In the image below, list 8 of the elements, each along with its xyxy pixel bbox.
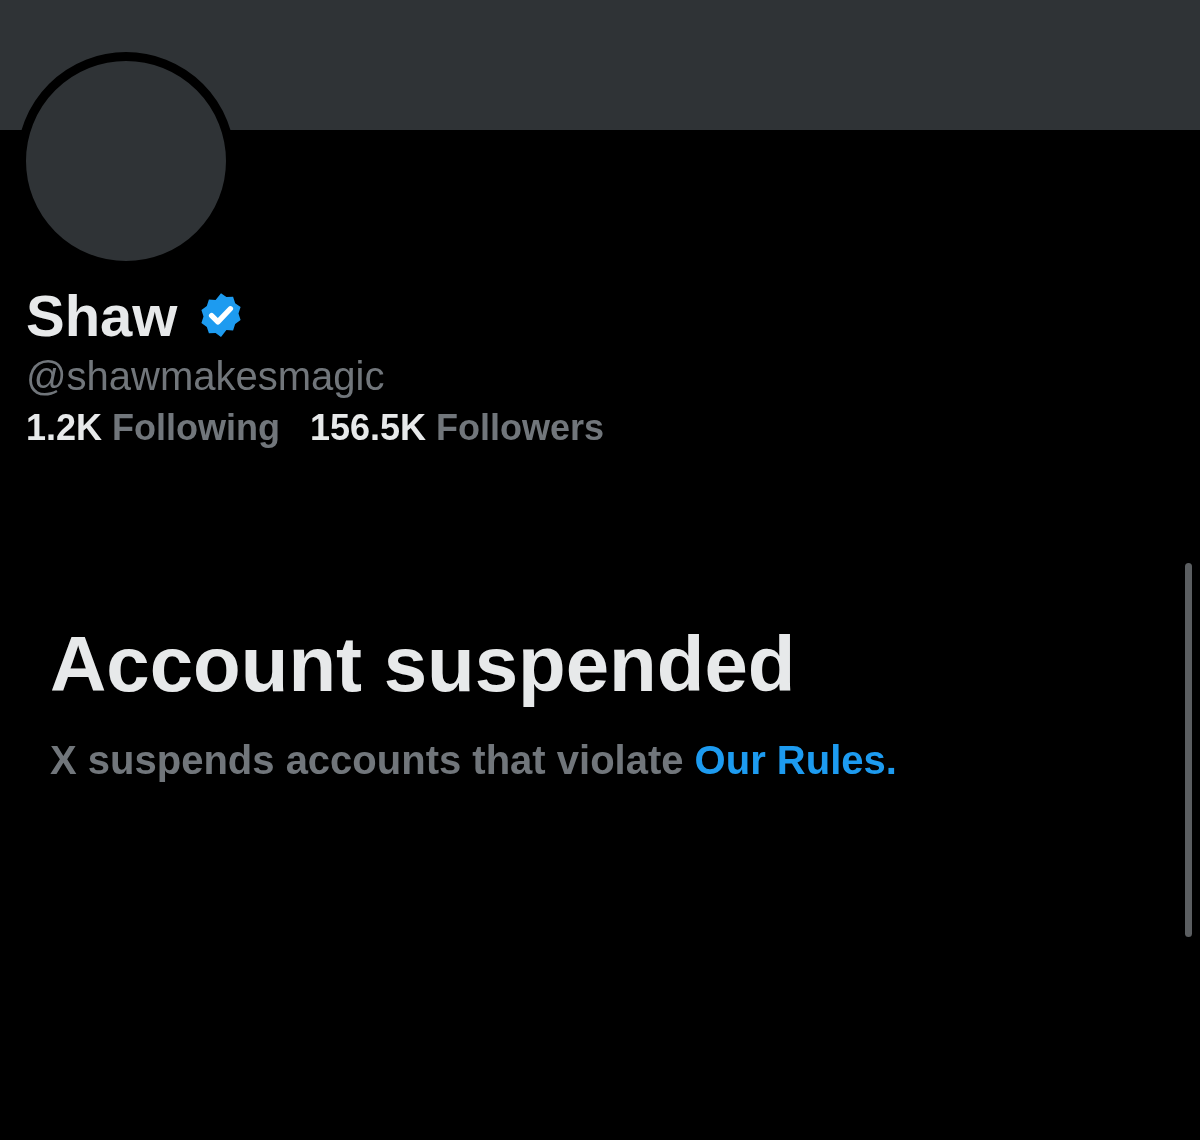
display-name: Shaw: [26, 281, 178, 349]
username: @shawmakesmagic: [26, 354, 386, 399]
stat-link[interactable]: 156.5K Followers: [310, 407, 605, 449]
scrollbar[interactable]: [1185, 563, 1192, 937]
stat-link[interactable]: 1.2K Following: [26, 407, 280, 449]
suspension-title: Account suspended: [50, 619, 797, 710]
rules-link[interactable]: Our Rules.: [694, 738, 897, 782]
suspension-message: X suspends accounts that violate Our Rules.: [50, 738, 898, 783]
